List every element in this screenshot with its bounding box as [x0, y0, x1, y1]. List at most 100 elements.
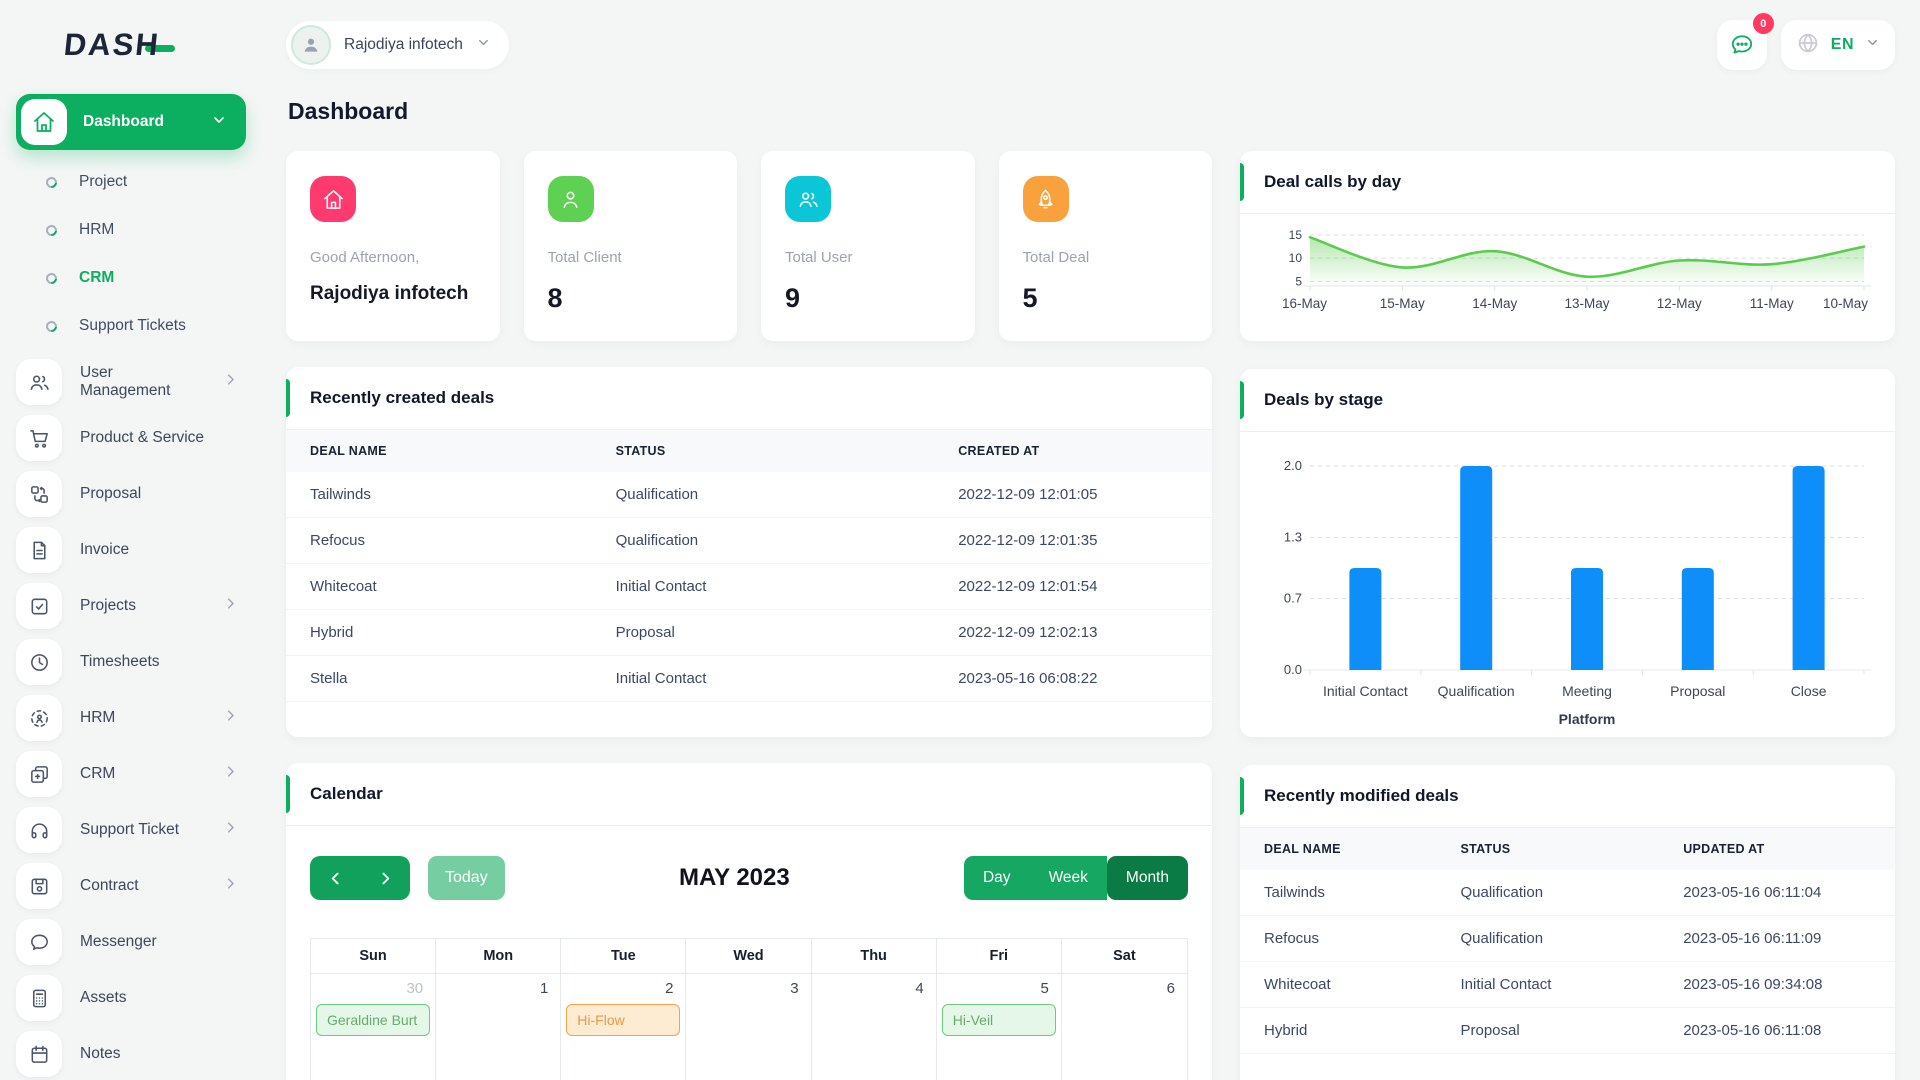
- users-icon: [785, 176, 831, 222]
- sidebar-item-product-service[interactable]: Product & Service: [16, 410, 246, 466]
- table-cell: 2022-12-09 12:02:13: [934, 609, 1212, 656]
- app-logo[interactable]: DASH: [16, 18, 246, 72]
- calendar-day-cell[interactable]: 6: [1062, 974, 1187, 1080]
- chevron-right-icon: [381, 872, 389, 884]
- table-row: Whitecoat Initial Contact 2022-12-09 12:01…: [286, 563, 1212, 610]
- calendar-view-month-button[interactable]: Month: [1106, 856, 1188, 900]
- day-number: 6: [1166, 980, 1175, 997]
- sidebar-item-project[interactable]: Project: [16, 158, 246, 206]
- copy-plus-icon: [16, 751, 62, 797]
- chevron-right-icon: [223, 820, 238, 840]
- messages-button[interactable]: 0: [1716, 13, 1774, 70]
- table-cell: Tailwinds: [1240, 870, 1437, 916]
- calendar-day-cell[interactable]: 2 Hi-Flow: [561, 974, 687, 1080]
- language-selector[interactable]: EN: [1780, 20, 1895, 70]
- sidebar-item-label: Projects: [80, 597, 136, 614]
- sidebar-item-label: Project: [79, 173, 128, 190]
- table-cell: Hybrid: [286, 609, 592, 656]
- stat-card-total-deal: Total Deal 5: [998, 151, 1212, 341]
- recently-created-deals-table: DEAL NAME STATUS CREATED AT Tailwinds Qualif…: [286, 430, 1212, 702]
- table-cell: Initial Contact: [591, 655, 935, 702]
- calendar-today-button[interactable]: Today: [428, 856, 505, 900]
- table-row: Hybrid Proposal 2022-12-09 12:02:13: [286, 609, 1212, 656]
- chevron-right-icon: [223, 764, 238, 784]
- calendar-event[interactable]: Geraldine Burt: [316, 1004, 431, 1036]
- sidebar-item-user-management[interactable]: User Management: [16, 354, 246, 410]
- calendar-day-cell[interactable]: 1: [436, 974, 562, 1080]
- sidebar-item-hrm[interactable]: HRM: [16, 206, 246, 254]
- topbar: Rajodiya infotech 0 EN: [286, 13, 1895, 74]
- card-title: Recently modified deals: [1264, 786, 1459, 805]
- svg-text:Meeting: Meeting: [1562, 683, 1612, 699]
- bar-proposal: [1681, 568, 1714, 670]
- calendar-grid: Sun Mon Tue Wed Thu Fri Sat 30 Geraldine Burt 1 2…: [310, 938, 1188, 1080]
- table-row: Refocus Qualification 2023-05-16 06:11:09: [1240, 915, 1895, 962]
- sidebar-item-hrm[interactable]: HRM: [16, 690, 246, 746]
- notes-calendar-icon: [16, 1031, 62, 1077]
- svg-text:12-May: 12-May: [1657, 296, 1702, 311]
- company-selector[interactable]: Rajodiya infotech: [286, 21, 509, 69]
- svg-text:15: 15: [1289, 228, 1303, 242]
- calendar-day-cell[interactable]: 4: [812, 974, 937, 1080]
- table-row: Tailwinds Qualification 2023-05-16 06:11:0…: [1240, 870, 1895, 916]
- sidebar-item-assets[interactable]: Assets: [16, 970, 246, 1026]
- table-row: Tailwinds Qualification 2022-12-09 12:01:0…: [286, 472, 1212, 518]
- sidebar-item-proposal[interactable]: Proposal: [16, 466, 246, 522]
- stat-cards: Good Afternoon, Rajodiya infotech Total Cl…: [286, 151, 1212, 341]
- sidebar-item-label: Notes: [80, 1045, 121, 1062]
- calendar-prev-button[interactable]: [310, 856, 360, 900]
- bar-chart-svg: 0.0 0.7 1.3 2.0 Initial Contact Qualification…: [1284, 458, 1871, 727]
- table-cell: Initial Contact: [591, 563, 935, 610]
- card-header: Calendar: [286, 763, 1212, 826]
- svg-text:0.0: 0.0: [1284, 662, 1302, 677]
- bar-meeting: [1571, 568, 1603, 670]
- sidebar-item-crm[interactable]: CRM: [16, 746, 246, 802]
- right-column: Deal calls by day 15 10 5 16-May 15-May 14-Ma…: [1240, 151, 1895, 1080]
- chat-bubble-icon: [1731, 35, 1752, 54]
- sidebar-item-notes[interactable]: Notes: [16, 1026, 246, 1080]
- headphones-icon: [16, 807, 62, 853]
- weekday-label: Thu: [811, 939, 937, 974]
- sidebar-item-dashboard[interactable]: Dashboard: [16, 94, 246, 150]
- invoice-icon: [16, 527, 62, 573]
- sidebar-item-projects[interactable]: Projects: [16, 578, 246, 634]
- calendar-toolbar: Today MAY 2023 Day Week Month: [286, 826, 1212, 900]
- table-cell: 2022-12-09 12:01:54: [934, 563, 1212, 610]
- table-cell: Qualification: [591, 517, 935, 564]
- calendar-view-week-button[interactable]: Week: [1029, 856, 1107, 900]
- recently-modified-deals-card: Recently modified deals DEAL NAME STATUS U…: [1240, 765, 1895, 1080]
- calendar-day-cell[interactable]: 5 Hi-Veil: [937, 974, 1062, 1080]
- user-icon: [547, 176, 594, 222]
- sidebar-item-contract[interactable]: Contract: [16, 858, 246, 914]
- home-icon: [21, 99, 67, 145]
- stat-card-total-client: Total Client 8: [523, 151, 737, 341]
- sidebar-item-timesheets[interactable]: Timesheets: [16, 634, 246, 690]
- sidebar-item-support-tickets[interactable]: Support Tickets: [16, 302, 246, 350]
- svg-text:Qualification: Qualification: [1438, 683, 1515, 699]
- calendar-event[interactable]: Hi-Flow: [566, 1004, 681, 1036]
- sidebar-item-support-ticket[interactable]: Support Ticket: [16, 802, 246, 858]
- sidebar-item-messenger[interactable]: Messenger: [16, 914, 246, 970]
- chevron-down-icon: [476, 35, 491, 55]
- table-cell: Qualification: [591, 472, 935, 518]
- calendar-day-cell[interactable]: 3: [686, 974, 812, 1080]
- table-cell: 2023-05-16 06:11:04: [1659, 870, 1895, 916]
- day-number: 1: [539, 980, 549, 997]
- weekday-label: Sat: [1061, 939, 1187, 974]
- day-number: 3: [790, 980, 799, 997]
- stat-value: 8: [547, 283, 563, 313]
- sidebar-item-invoice[interactable]: Invoice: [16, 522, 246, 578]
- calendar-view-day-button[interactable]: Day: [963, 856, 1030, 900]
- day-number: 5: [1040, 980, 1049, 997]
- calendar-event[interactable]: Hi-Veil: [941, 1004, 1056, 1036]
- svg-text:Initial Contact: Initial Contact: [1323, 683, 1408, 699]
- table-cell: 2022-12-09 12:01:05: [934, 472, 1212, 518]
- card-title: Calendar: [310, 784, 383, 803]
- stat-label: Good Afternoon,: [310, 249, 420, 266]
- calendar-day-cell[interactable]: 30 Geraldine Burt: [311, 974, 437, 1080]
- sidebar-item-label: Assets: [80, 989, 127, 1006]
- sidebar-item-label: HRM: [79, 221, 115, 238]
- sidebar-item-crm[interactable]: CRM: [16, 254, 246, 302]
- calendar-next-button[interactable]: [360, 856, 410, 900]
- stat-value: 5: [1022, 283, 1038, 313]
